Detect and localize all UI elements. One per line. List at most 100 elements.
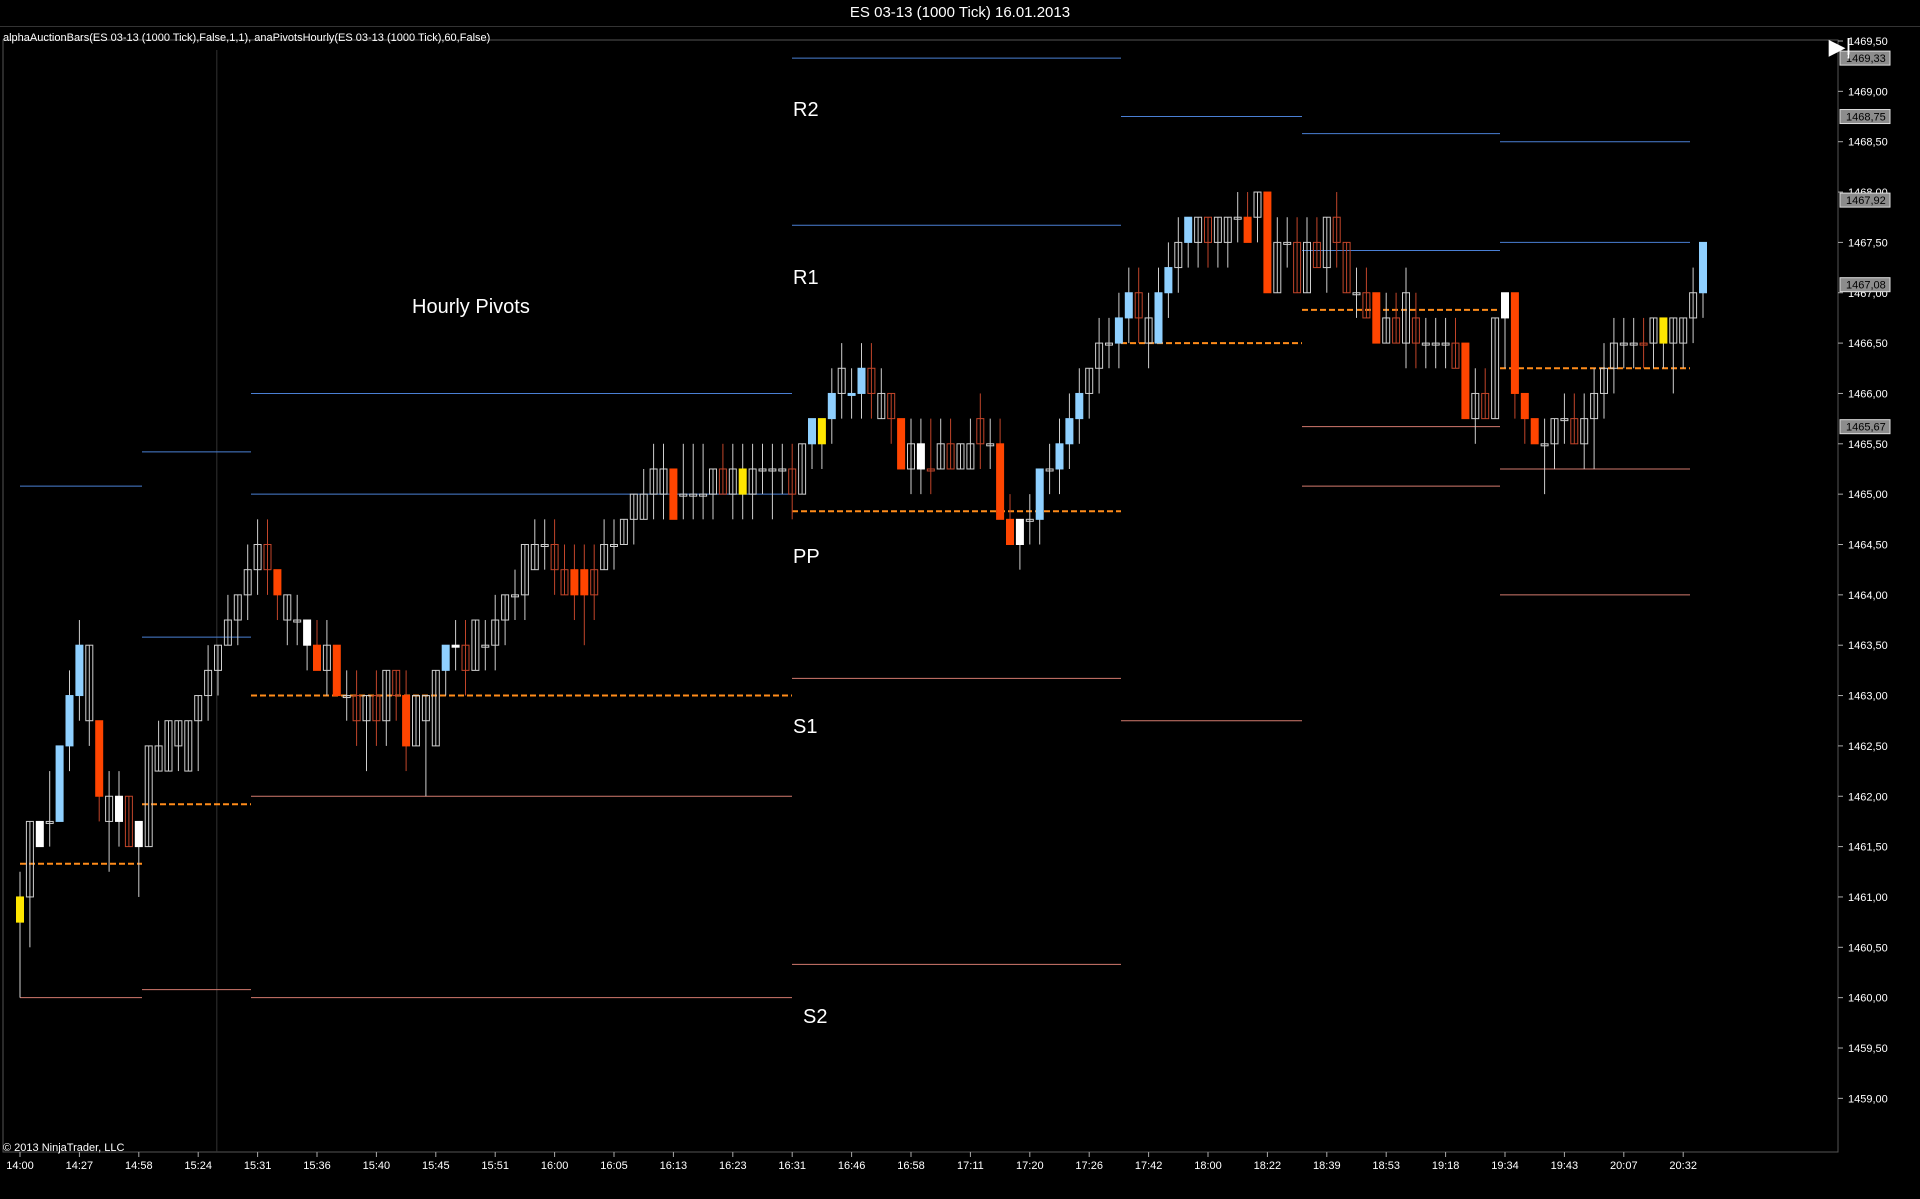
x-tick-label: 17:11	[957, 1160, 984, 1172]
x-tick-label: 19:18	[1432, 1160, 1460, 1172]
y-tick-label: 1464,00	[1848, 590, 1888, 602]
candle[interactable]	[35, 820, 44, 848]
candle[interactable]	[1461, 342, 1470, 420]
candle[interactable]	[134, 820, 143, 848]
candle[interactable]	[1006, 518, 1014, 546]
candle[interactable]	[827, 392, 836, 420]
candle[interactable]	[1699, 241, 1707, 294]
candle[interactable]	[273, 569, 282, 596]
candle[interactable]	[857, 367, 866, 394]
candle[interactable]	[95, 720, 104, 797]
y-tick-label: 1466,50	[1848, 338, 1888, 350]
y-tick-label: 1462,50	[1848, 741, 1888, 753]
candle[interactable]	[441, 644, 450, 671]
candle[interactable]	[1035, 468, 1044, 520]
candle[interactable]	[1055, 443, 1064, 470]
candle[interactable]	[1659, 317, 1668, 344]
candle[interactable]	[1510, 292, 1519, 394]
y-tick-label: 1461,50	[1848, 842, 1888, 854]
annotation-pp: PP	[793, 546, 820, 568]
x-tick-label: 14:58	[125, 1160, 153, 1172]
x-tick-label: 18:00	[1194, 1160, 1222, 1172]
candle[interactable]	[1243, 216, 1252, 243]
candle[interactable]	[817, 418, 826, 445]
candle[interactable]	[402, 695, 411, 747]
scroll-to-end-button[interactable]: ▶|	[1826, 34, 1854, 60]
candle[interactable]	[570, 569, 579, 596]
candle[interactable]	[580, 569, 589, 596]
y-tick-label: 1463,00	[1848, 691, 1888, 703]
x-tick-label: 15:45	[422, 1160, 450, 1172]
x-tick-label: 16:00	[541, 1160, 569, 1172]
x-tick-label: 15:51	[481, 1160, 509, 1172]
y-tick-label: 1462,00	[1848, 791, 1888, 803]
candle[interactable]	[738, 468, 747, 495]
candle[interactable]	[1530, 418, 1539, 445]
y-tick-label: 1465,50	[1848, 439, 1888, 451]
x-tick-label: 16:05	[600, 1160, 628, 1172]
candle[interactable]	[65, 695, 74, 747]
x-tick-label: 16:46	[838, 1160, 866, 1172]
candle[interactable]	[303, 619, 312, 646]
x-tick-label: 20:07	[1610, 1160, 1638, 1172]
candle[interactable]	[313, 644, 321, 671]
indicator-label: alphaAuctionBars(ES 03-13 (1000 Tick),Fa…	[3, 32, 491, 44]
x-tick-label: 16:13	[660, 1160, 688, 1172]
candle[interactable]	[847, 392, 856, 396]
candle[interactable]	[55, 745, 64, 822]
x-tick-label: 18:22	[1254, 1160, 1282, 1172]
x-tick-label: 18:39	[1313, 1160, 1341, 1172]
candle[interactable]	[1154, 292, 1163, 344]
plot-frame	[2, 39, 1839, 1153]
x-tick-label: 14:27	[66, 1160, 94, 1172]
y-tick-label: 1468,50	[1848, 137, 1888, 149]
y-tick-label: 1459,00	[1848, 1093, 1888, 1105]
x-tick-label: 18:53	[1372, 1160, 1400, 1172]
copyright-text: © 2013 NinjaTrader, LLC	[3, 1142, 125, 1154]
y-tick-label: 1460,50	[1848, 942, 1888, 954]
y-tick-label: 1464,50	[1848, 540, 1888, 552]
y-tick-label: 1460,00	[1848, 993, 1888, 1005]
candle[interactable]	[897, 418, 906, 470]
candle[interactable]	[1501, 292, 1509, 319]
candle[interactable]	[1114, 317, 1123, 344]
x-tick-label: 16:23	[719, 1160, 747, 1172]
y-tick-label: 1465,00	[1848, 489, 1888, 501]
candle[interactable]	[75, 644, 84, 697]
y-tick-label: 1467,50	[1848, 237, 1888, 249]
x-tick-label: 14:00	[6, 1160, 34, 1172]
annotation-r1: R1	[793, 267, 819, 289]
candle[interactable]	[1263, 191, 1272, 294]
x-tick-label: 16:31	[778, 1160, 806, 1172]
candle[interactable]	[996, 443, 1005, 520]
candle[interactable]	[1520, 392, 1529, 420]
candle[interactable]	[16, 896, 24, 923]
x-tick-label: 17:20	[1016, 1160, 1044, 1172]
candle[interactable]	[1184, 216, 1193, 243]
price-flag-label: 1467,08	[1846, 280, 1886, 292]
candle[interactable]	[808, 418, 816, 445]
candle[interactable]	[1065, 418, 1074, 445]
candle[interactable]	[451, 644, 460, 648]
candle[interactable]	[669, 468, 678, 520]
x-tick-label: 15:40	[363, 1160, 391, 1172]
candle[interactable]	[1372, 292, 1381, 344]
candle[interactable]	[916, 443, 925, 470]
candle[interactable]	[332, 644, 341, 697]
y-tick-label: 1466,00	[1848, 388, 1888, 400]
candle[interactable]	[1075, 392, 1084, 420]
candle[interactable]	[115, 795, 123, 822]
x-tick-label: 19:43	[1551, 1160, 1579, 1172]
y-tick-label: 1463,50	[1848, 640, 1888, 652]
candle[interactable]	[1124, 292, 1133, 319]
candle[interactable]	[1164, 267, 1173, 294]
x-tick-label: 17:26	[1075, 1160, 1103, 1172]
candle[interactable]	[1015, 518, 1024, 546]
price-chart[interactable]: 1459,00 1459,50 1460,00 1460,50 1461,00 1461,…	[0, 0, 1920, 1199]
y-tick-label: 1459,50	[1848, 1043, 1888, 1055]
x-tick-label: 15:24	[184, 1160, 212, 1172]
annotation-r2: R2	[793, 99, 819, 121]
x-tick-label: 20:32	[1669, 1160, 1697, 1172]
x-tick-label: 15:31	[244, 1160, 272, 1172]
x-tick-label: 19:34	[1491, 1160, 1519, 1172]
